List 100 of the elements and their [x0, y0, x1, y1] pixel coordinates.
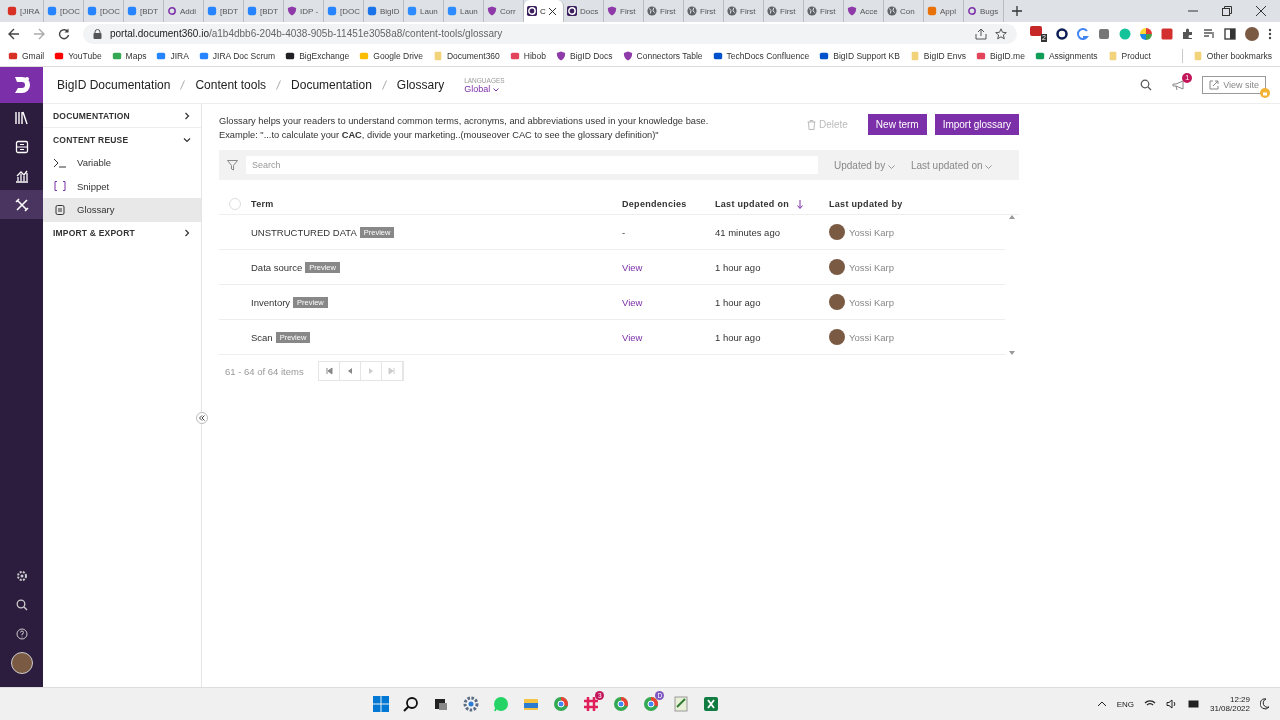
dependencies-link[interactable]: View [622, 296, 643, 308]
other-bookmarks[interactable]: Other bookmarks [1192, 50, 1272, 61]
side-panel-icon[interactable] [1224, 27, 1236, 40]
trash-icon [806, 119, 816, 130]
reload-icon[interactable] [58, 27, 70, 40]
scroll-up-icon[interactable] [1009, 215, 1015, 219]
extension-icon[interactable] [1098, 27, 1110, 40]
bookmark[interactable]: JIRA Doc Scrum [198, 50, 276, 61]
sidebar-section[interactable]: IMPORT & EXPORT [43, 221, 201, 245]
globe-icon [687, 6, 697, 16]
scroll-down-icon[interactable] [1009, 351, 1015, 355]
import-glossary-button[interactable]: Import glossary [934, 114, 1019, 135]
bookmark[interactable]: Assignments [1034, 50, 1098, 61]
sidebar-item[interactable]: Variable [43, 151, 201, 175]
column-header[interactable]: Last updated on [715, 199, 803, 209]
browser-icon[interactable] [553, 696, 570, 712]
column-header[interactable]: Dependencies [622, 199, 687, 209]
chevron-up-icon[interactable] [1096, 701, 1107, 707]
megaphone-icon[interactable] [1172, 79, 1187, 91]
media-icon[interactable] [1203, 27, 1215, 40]
speaker-icon[interactable] [1165, 699, 1178, 709]
term-link[interactable]: Data source [251, 261, 303, 273]
breadcrumb[interactable]: Content tools [195, 78, 267, 92]
battery-icon[interactable] [1187, 699, 1200, 709]
browser-icon[interactable] [643, 696, 660, 712]
tools-icon[interactable] [0, 190, 43, 219]
hash-icon[interactable] [583, 696, 600, 712]
sidebar-section[interactable]: CONTENT REUSE [43, 128, 201, 151]
extension-icon[interactable] [1161, 27, 1173, 40]
input-language[interactable]: ENG [1116, 699, 1134, 709]
notepad-icon[interactable] [673, 696, 690, 712]
search-field[interactable]: Search [246, 156, 818, 174]
spreadsheet-icon[interactable] [703, 696, 720, 712]
sidebar-item[interactable]: Snippet [43, 174, 201, 198]
sidebar-item[interactable]: Glossary [43, 198, 201, 222]
new-term-button[interactable]: New term [867, 114, 927, 135]
bookmark[interactable]: JIRA [156, 50, 189, 61]
bookmark[interactable]: TechDocs Confluence [712, 50, 810, 61]
color-wheel-icon[interactable] [1140, 27, 1152, 40]
address-field[interactable]: portal.document360.io/a1b4dbb6-204b-4038-905b-11451e3058a8/content-tools/glossary [83, 23, 1017, 44]
swirl-icon[interactable] [1077, 27, 1089, 40]
bookmark[interactable]: BigID Docs [556, 50, 613, 61]
bookmark[interactable]: Gmail [8, 50, 45, 61]
user-avatar[interactable] [10, 651, 33, 674]
puzzle-icon[interactable] [1182, 27, 1194, 40]
bookmark[interactable]: Connectors Table [622, 50, 703, 61]
breadcrumb-separator-icon [381, 80, 387, 90]
browser-icon[interactable] [613, 696, 630, 712]
folder-icon[interactable] [523, 696, 540, 712]
search-icon[interactable] [403, 696, 420, 712]
breadcrumb[interactable]: BigID Documentation [57, 78, 171, 92]
column-header[interactable]: Term [251, 199, 274, 209]
new-tab-icon[interactable] [1012, 6, 1022, 16]
profile-avatar[interactable] [1245, 26, 1259, 41]
app-icon [87, 6, 97, 16]
bookmark[interactable]: Document360 [432, 50, 500, 61]
bookmark-icon [54, 50, 65, 61]
clock-date[interactable]: 31/08/2022 [1209, 704, 1250, 713]
settings-icon[interactable] [463, 696, 480, 712]
bookmark[interactable]: Hibob [509, 50, 547, 61]
collapse-sidebar-icon[interactable] [196, 412, 208, 424]
filter-icon[interactable] [227, 159, 238, 171]
moon-icon[interactable] [1260, 698, 1270, 710]
bookmark[interactable]: BigID Support KB [819, 50, 900, 61]
bookmark[interactable]: YouTube [54, 50, 102, 61]
bookmark[interactable]: Maps [111, 50, 147, 61]
start-icon[interactable] [373, 696, 390, 712]
browser-tab[interactable]: C [524, 0, 564, 22]
language-dropdown[interactable]: Global [464, 83, 505, 94]
close-icon[interactable] [1256, 6, 1266, 16]
close-tab-icon[interactable] [548, 7, 556, 15]
star-icon[interactable] [995, 27, 1007, 40]
app-icon [247, 6, 257, 16]
task-view-icon[interactable] [433, 696, 450, 712]
clock-time[interactable]: 12:29 [1230, 695, 1250, 704]
app-logo[interactable] [0, 67, 43, 103]
app-icon [927, 6, 937, 16]
bookmark[interactable]: BigID Envs [909, 50, 966, 61]
term-link[interactable]: Inventory [251, 296, 291, 308]
bookmark[interactable]: Google Drive [359, 50, 423, 61]
dependencies-link[interactable]: View [622, 331, 643, 343]
bookmark[interactable]: BigID.me [975, 50, 1025, 61]
breadcrumb[interactable]: Documentation [291, 78, 372, 92]
ring-icon[interactable] [1056, 27, 1068, 40]
term-link[interactable]: UNSTRUCTURED DATA [251, 226, 357, 238]
breadcrumb[interactable]: Glossary [396, 78, 445, 92]
sidebar-section[interactable]: DOCUMENTATION [43, 104, 201, 128]
dependencies-link[interactable]: - [622, 226, 626, 238]
app-icon [207, 6, 217, 16]
globe-icon [647, 6, 657, 16]
search-icon[interactable] [1140, 79, 1153, 91]
dependencies-link[interactable]: View [622, 261, 643, 273]
menu-icon[interactable] [1268, 27, 1272, 40]
bookmark[interactable]: Product [1107, 50, 1151, 61]
share-icon[interactable] [975, 27, 987, 40]
restore-icon[interactable] [1222, 6, 1232, 16]
column-header[interactable]: Last updated by [829, 199, 903, 209]
term-link[interactable]: Scan [251, 331, 273, 343]
bookmark[interactable]: BigExchange [285, 50, 350, 61]
back-icon[interactable] [8, 27, 20, 40]
